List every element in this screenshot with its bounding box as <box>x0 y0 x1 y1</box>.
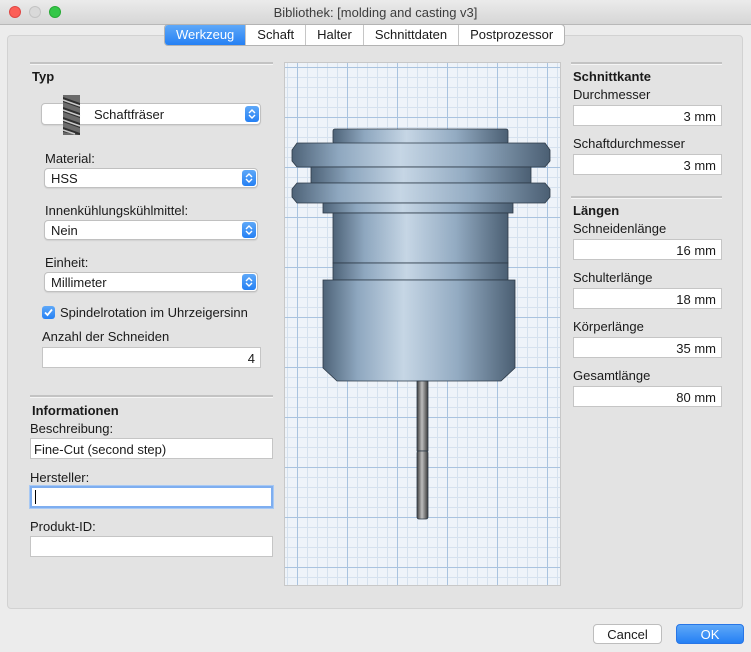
overall-length-input[interactable]: 80 mm <box>573 386 722 407</box>
flutes-input[interactable]: 4 <box>42 347 261 368</box>
coolant-select[interactable]: Nein <box>44 220 258 240</box>
checkmark-icon <box>44 308 53 317</box>
cutting-edge-heading: Schnittkante <box>573 69 652 84</box>
ok-button[interactable]: OK <box>676 624 744 644</box>
body-length-input[interactable]: 35 mm <box>573 337 722 358</box>
tab-postprozessor[interactable]: Postprozessor <box>458 25 564 45</box>
manufacturer-label: Hersteller: <box>30 470 90 485</box>
product-id-input[interactable] <box>30 536 273 557</box>
text-caret <box>35 490 36 504</box>
flute-length-label: Schneidenlänge <box>573 221 667 236</box>
section-divider <box>30 62 273 65</box>
end-mill-icon <box>60 95 84 138</box>
coolant-value: Nein <box>51 223 78 238</box>
select-arrows-icon <box>242 274 256 290</box>
diameter-value: 3 mm <box>683 109 717 124</box>
tool-type-value: Schaftfräser <box>94 107 165 122</box>
unit-value: Millimeter <box>51 275 107 290</box>
flutes-value: 4 <box>247 351 255 366</box>
tab-halter[interactable]: Halter <box>305 25 363 45</box>
title-bar: Bibliothek: [molding and casting v3] <box>0 0 751 25</box>
shaft-diameter-label: Schaftdurchmesser <box>573 136 685 151</box>
overall-length-value: 80 mm <box>676 390 716 405</box>
shaft-diameter-input[interactable]: 3 mm <box>573 154 722 175</box>
flute-length-value: 16 mm <box>676 243 716 258</box>
body-length-label: Körperlänge <box>573 319 644 334</box>
body-length-value: 35 mm <box>676 341 716 356</box>
cancel-button[interactable]: Cancel <box>593 624 662 644</box>
flutes-label: Anzahl der Schneiden <box>42 329 170 344</box>
section-divider <box>30 395 273 398</box>
tab-schaft[interactable]: Schaft <box>245 25 305 45</box>
tab-schnittdaten[interactable]: Schnittdaten <box>362 25 458 45</box>
tab-werkzeug[interactable]: Werkzeug <box>165 25 246 45</box>
diameter-input[interactable]: 3 mm <box>573 105 722 126</box>
description-input[interactable]: Fine-Cut (second step) <box>30 438 273 459</box>
product-id-label: Produkt-ID: <box>30 519 96 534</box>
info-heading: Informationen <box>32 403 119 418</box>
select-arrows-icon <box>245 106 259 122</box>
tool-holder-drawing <box>291 128 551 520</box>
tool-preview <box>284 62 561 586</box>
shoulder-length-value: 18 mm <box>676 292 716 307</box>
lengths-heading: Längen <box>573 203 620 218</box>
material-value: HSS <box>51 171 78 186</box>
shoulder-length-input[interactable]: 18 mm <box>573 288 722 309</box>
unit-select[interactable]: Millimeter <box>44 272 258 292</box>
description-label: Beschreibung: <box>30 421 114 436</box>
coolant-label: Innenkühlungskühlmittel: <box>45 203 189 218</box>
tab-bar: Werkzeug Schaft Halter Schnittdaten Post… <box>164 24 566 46</box>
spindle-rotation-checkbox[interactable] <box>42 306 55 319</box>
flute-length-input[interactable]: 16 mm <box>573 239 722 260</box>
overall-length-label: Gesamtlänge <box>573 368 651 383</box>
material-label: Material: <box>45 151 95 166</box>
select-arrows-icon <box>242 170 256 186</box>
tool-type-select[interactable]: Schaftfräser <box>41 95 261 135</box>
typ-heading: Typ <box>32 69 55 84</box>
diameter-label: Durchmesser <box>573 87 651 102</box>
spindle-rotation-label: Spindelrotation im Uhrzeigersinn <box>60 305 248 320</box>
unit-label: Einheit: <box>45 255 89 270</box>
manufacturer-input[interactable] <box>30 486 273 508</box>
window-title: Bibliothek: [molding and casting v3] <box>273 5 478 20</box>
section-divider <box>571 196 722 199</box>
section-divider <box>571 62 722 65</box>
select-arrows-icon <box>242 222 256 238</box>
shaft-diameter-value: 3 mm <box>683 158 717 173</box>
shoulder-length-label: Schulterlänge <box>573 270 653 285</box>
material-select[interactable]: HSS <box>44 168 258 188</box>
description-value: Fine-Cut (second step) <box>34 442 167 457</box>
